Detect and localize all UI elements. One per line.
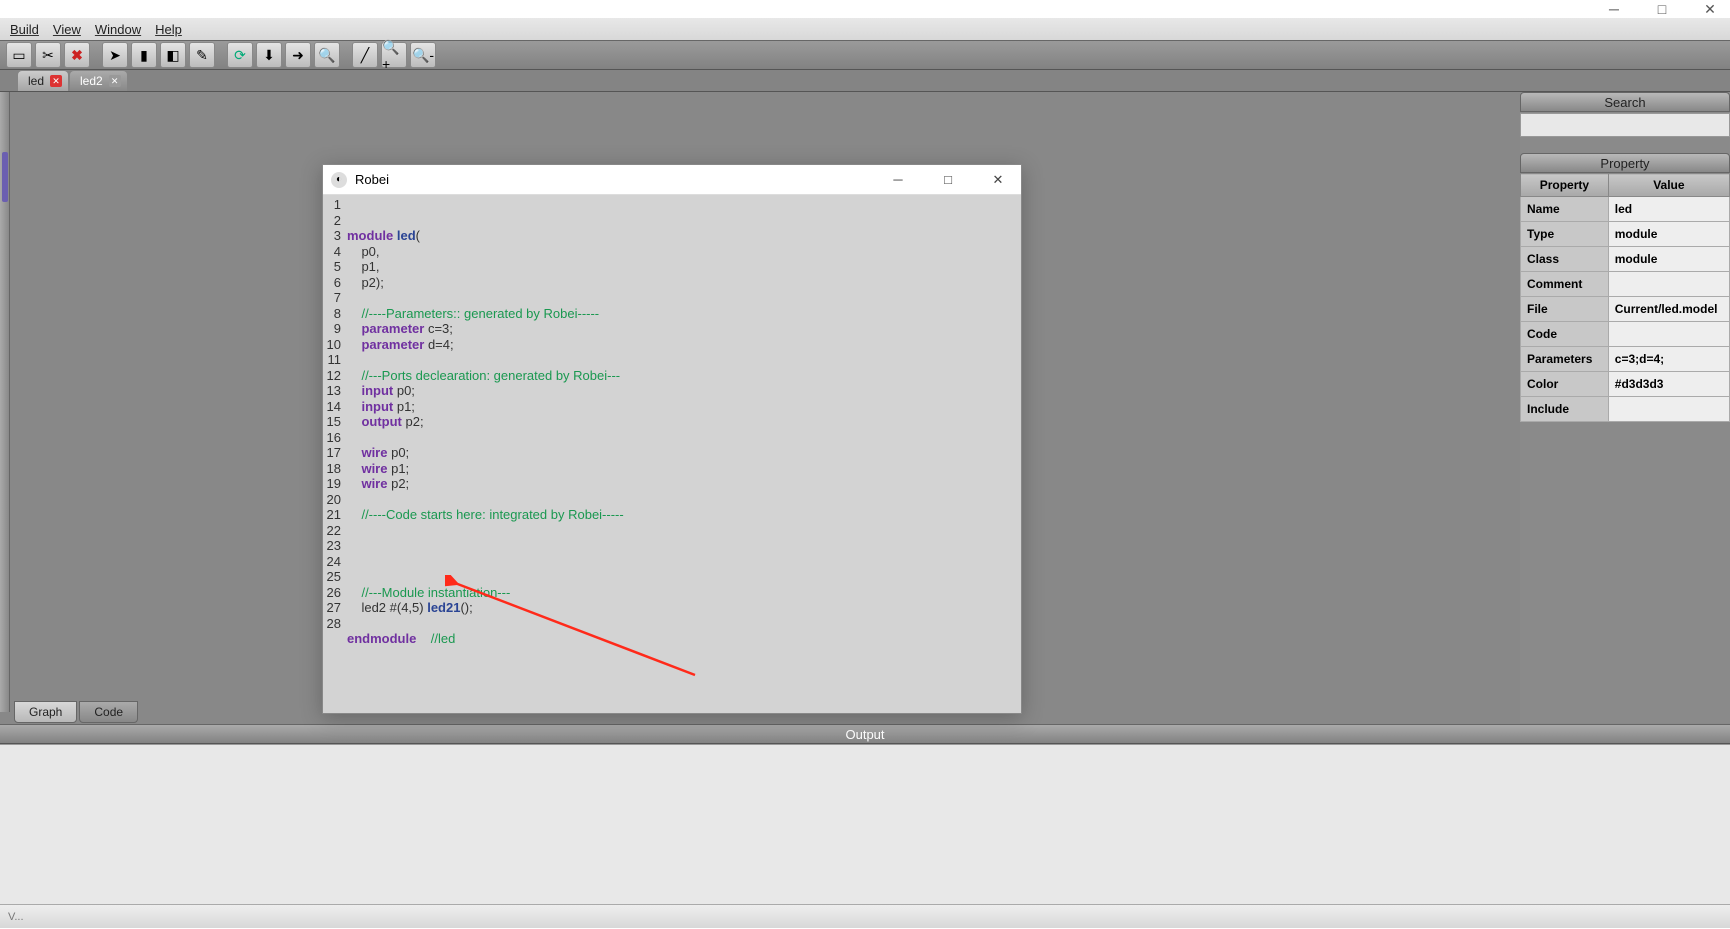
pen-icon[interactable]: ✎	[189, 42, 215, 68]
close-icon[interactable]: ✕	[109, 75, 121, 87]
left-gutter	[0, 92, 10, 712]
prop-value[interactable]: c=3;d=4;	[1608, 347, 1729, 372]
property-header: Property	[1520, 153, 1730, 173]
tab-bar: led ✕ led2 ✕	[0, 70, 1730, 92]
prop-key: File	[1521, 297, 1609, 322]
output-area[interactable]	[0, 744, 1730, 904]
prop-value[interactable]	[1608, 272, 1729, 297]
maximize-button[interactable]: □	[1648, 1, 1676, 17]
close-button[interactable]: ✕	[1696, 1, 1724, 17]
zoom-in-icon[interactable]: 🔍+	[381, 42, 407, 68]
bottom-tab-bar: Graph Code	[14, 701, 138, 723]
maximize-button[interactable]: □	[933, 172, 963, 188]
property-row[interactable]: Code	[1521, 322, 1730, 347]
workspace: Graph Code Output V... Search Property P…	[0, 92, 1730, 928]
line-icon[interactable]: ╱	[352, 42, 378, 68]
prop-key: Code	[1521, 322, 1609, 347]
tab-graph[interactable]: Graph	[14, 701, 77, 723]
property-table: Property Value NameledTypemoduleClassmod…	[1520, 173, 1730, 422]
property-row[interactable]: Include	[1521, 397, 1730, 422]
new-icon[interactable]: ▭	[6, 42, 32, 68]
prop-key: Comment	[1521, 272, 1609, 297]
search-icon[interactable]: 🔍	[314, 42, 340, 68]
property-row[interactable]: Classmodule	[1521, 247, 1730, 272]
zoom-out-icon[interactable]: 🔍-	[410, 42, 436, 68]
window-titlebar: ─ □ ✕	[0, 0, 1730, 18]
prop-key: Name	[1521, 197, 1609, 222]
delete-icon[interactable]: ✖	[64, 42, 90, 68]
prop-key: Type	[1521, 222, 1609, 247]
property-row[interactable]: Color#d3d3d3	[1521, 372, 1730, 397]
code-window-titlebar[interactable]: ◐ Robei ─ □ ✕	[323, 165, 1021, 195]
prop-value[interactable]: Current/led.model	[1608, 297, 1729, 322]
export-icon[interactable]: ➜	[285, 42, 311, 68]
search-header: Search	[1520, 92, 1730, 112]
right-panel: Search Property Property Value NameledTy…	[1520, 92, 1730, 723]
prop-value[interactable]: #d3d3d3	[1608, 372, 1729, 397]
code-content[interactable]: module led( p0, p1, p2); //----Parameter…	[345, 195, 1021, 713]
tab-code[interactable]: Code	[79, 701, 138, 723]
code-window: ◐ Robei ─ □ ✕ 12345678910111213141516171…	[322, 164, 1022, 714]
status-bar: V...	[0, 904, 1730, 928]
prop-value[interactable]: module	[1608, 222, 1729, 247]
prop-value[interactable]: led	[1608, 197, 1729, 222]
tab-label: led2	[80, 74, 103, 88]
property-row[interactable]: FileCurrent/led.model	[1521, 297, 1730, 322]
property-row[interactable]: Parametersc=3;d=4;	[1521, 347, 1730, 372]
tab-led[interactable]: led ✕	[18, 71, 68, 91]
prop-key: Include	[1521, 397, 1609, 422]
chip-icon[interactable]: ▮	[131, 42, 157, 68]
close-button[interactable]: ✕	[983, 172, 1013, 188]
tab-led2[interactable]: led2 ✕	[70, 71, 127, 91]
pointer-icon[interactable]: ➤	[102, 42, 128, 68]
property-row[interactable]: Nameled	[1521, 197, 1730, 222]
prop-key: Class	[1521, 247, 1609, 272]
code-editor[interactable]: 1234567891011121314151617181920212223242…	[323, 195, 1021, 713]
eraser-icon[interactable]: ◧	[160, 42, 186, 68]
cut-icon[interactable]: ✂	[35, 42, 61, 68]
property-row[interactable]: Comment	[1521, 272, 1730, 297]
menu-window[interactable]: Window	[95, 22, 141, 37]
col-property: Property	[1521, 174, 1609, 197]
prop-key: Parameters	[1521, 347, 1609, 372]
line-gutter: 1234567891011121314151617181920212223242…	[323, 195, 345, 713]
app-icon: ◐	[331, 172, 347, 188]
minimize-button[interactable]: ─	[1600, 1, 1628, 17]
code-window-title: Robei	[355, 172, 883, 187]
search-input[interactable]	[1520, 113, 1730, 137]
col-value: Value	[1608, 174, 1729, 197]
menubar: Build View Window Help	[0, 18, 1730, 40]
tab-label: led	[28, 74, 44, 88]
menu-view[interactable]: View	[53, 22, 81, 37]
menu-build[interactable]: Build	[10, 22, 39, 37]
output-header: Output	[0, 724, 1730, 744]
property-row[interactable]: Typemodule	[1521, 222, 1730, 247]
minimize-button[interactable]: ─	[883, 172, 913, 188]
download-icon[interactable]: ⬇	[256, 42, 282, 68]
menu-help[interactable]: Help	[155, 22, 182, 37]
prop-value[interactable]	[1608, 322, 1729, 347]
close-icon[interactable]: ✕	[50, 75, 62, 87]
prop-value[interactable]: module	[1608, 247, 1729, 272]
refresh-icon[interactable]: ⟳	[227, 42, 253, 68]
prop-key: Color	[1521, 372, 1609, 397]
toolbar: ▭ ✂ ✖ ➤ ▮ ◧ ✎ ⟳ ⬇ ➜ 🔍 ╱ 🔍+ 🔍-	[0, 40, 1730, 70]
prop-value[interactable]	[1608, 397, 1729, 422]
